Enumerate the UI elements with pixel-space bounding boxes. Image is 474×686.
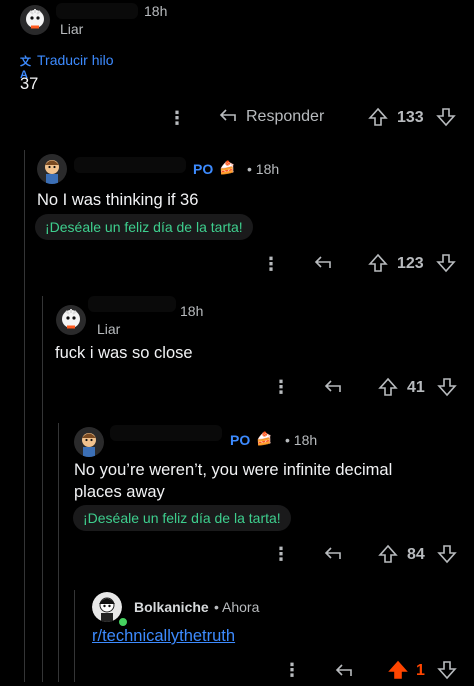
avatar[interactable] (37, 154, 67, 184)
more-options-icon[interactable]: ⋮ (272, 544, 290, 565)
comment-time: 18h (144, 3, 168, 19)
reply-icon[interactable] (323, 544, 343, 569)
vote-count: 133 (397, 109, 424, 126)
comment-time: • Ahora (214, 599, 260, 615)
comment-body: 37 (20, 75, 39, 93)
reply-icon[interactable] (313, 253, 333, 278)
avatar[interactable] (56, 305, 86, 335)
username-redacted (74, 157, 186, 173)
comment-body-line-1: No you’re weren’t, you were infinite dec… (74, 461, 393, 479)
reply-icon[interactable] (323, 377, 343, 402)
more-options-icon[interactable]: ⋮ (272, 377, 290, 398)
upvote-icon[interactable] (378, 377, 398, 402)
comment-time: 18h (180, 303, 204, 319)
avatar[interactable] (20, 5, 50, 35)
thread-line-2 (42, 296, 43, 682)
reply-button[interactable]: Responder (246, 108, 324, 126)
downvote-icon[interactable] (437, 377, 457, 402)
comment-time: • 18h (247, 161, 280, 177)
reply-icon[interactable] (334, 661, 354, 686)
upvote-icon[interactable] (368, 253, 388, 278)
vote-count: 1 (416, 662, 425, 679)
comment-body-line-2: places away (74, 483, 165, 501)
vote-count: 123 (397, 255, 424, 272)
more-options-icon[interactable]: ⋮ (262, 254, 280, 275)
subreddit-link[interactable]: r/technicallythetruth (92, 627, 235, 646)
thread-line-3 (58, 423, 59, 682)
more-options-icon[interactable]: ⋮ (283, 660, 301, 681)
comment-body: No I was thinking if 36 (37, 191, 199, 209)
more-options-icon[interactable]: ⋮ (168, 108, 186, 129)
comment-time: • 18h (285, 432, 318, 448)
vote-count: 84 (407, 546, 425, 563)
cake-icon: 🍰 (256, 431, 273, 446)
user-flair: Liar (60, 21, 84, 37)
thread-line-1 (24, 150, 25, 682)
cake-icon: 🍰 (219, 160, 236, 175)
translate-label: Traducir hilo (37, 52, 114, 68)
username-redacted (88, 296, 176, 312)
user-flair: Liar (97, 321, 121, 337)
op-badge: PO (193, 161, 214, 177)
op-badge: PO (230, 432, 251, 448)
username[interactable]: Bolkaniche (134, 599, 209, 615)
vote-count: 41 (407, 379, 425, 396)
upvote-icon[interactable] (368, 107, 388, 132)
reply-icon[interactable] (218, 106, 238, 131)
downvote-icon[interactable] (436, 253, 456, 278)
upvote-icon[interactable] (378, 544, 398, 569)
username-redacted (56, 3, 138, 19)
cake-day-button[interactable]: ¡Deséale un feliz día de la tarta! (73, 505, 291, 531)
downvote-icon[interactable] (437, 544, 457, 569)
avatar[interactable] (74, 427, 104, 457)
cake-day-button[interactable]: ¡Deséale un feliz día de la tarta! (35, 214, 253, 240)
thread-line-4 (74, 590, 75, 682)
downvote-icon[interactable] (437, 660, 457, 685)
downvote-icon[interactable] (436, 107, 456, 132)
upvote-icon-active[interactable] (388, 660, 408, 685)
username-redacted (110, 425, 222, 441)
comment-body: fuck i was so close (55, 344, 193, 362)
